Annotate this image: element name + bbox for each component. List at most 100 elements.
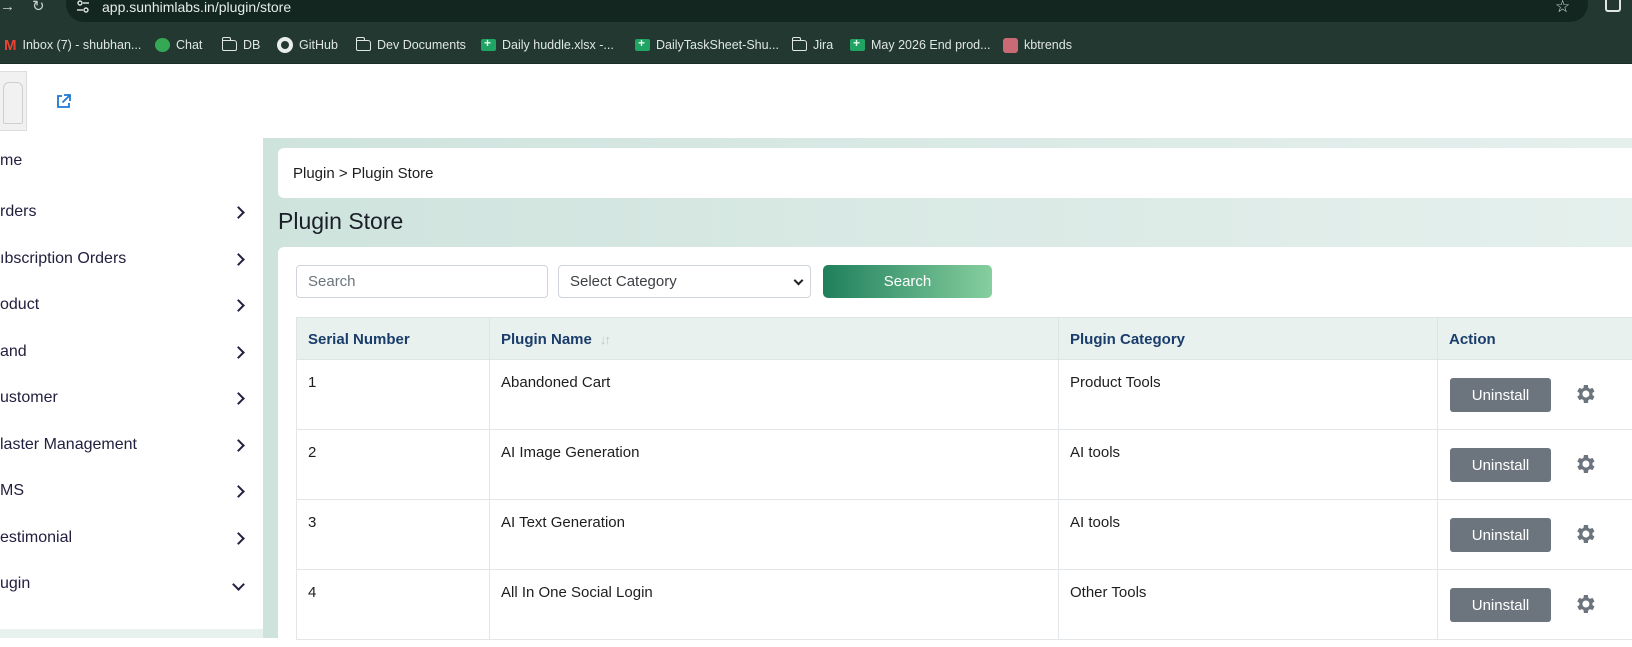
uninstall-button[interactable]: Uninstall	[1450, 378, 1551, 412]
cell-serial: 3	[297, 500, 490, 570]
github-icon	[277, 37, 293, 53]
bookmark-label: GitHub	[299, 38, 338, 52]
bookmark-label: kbtrends	[1024, 38, 1072, 52]
uninstall-button[interactable]: Uninstall	[1450, 448, 1551, 482]
gear-icon[interactable]	[1573, 452, 1597, 476]
sidebar-item-testimonial[interactable]: estimonial	[0, 518, 263, 558]
reload-icon[interactable]: ↻	[32, 0, 45, 14]
sidebar-item-label: ustomer	[0, 389, 58, 406]
chevron-right-icon	[232, 438, 245, 452]
gear-icon[interactable]	[1573, 592, 1597, 616]
bookmark-kbtrends[interactable]: kbtrends	[1003, 26, 1072, 64]
url-text[interactable]: app.sunhimlabs.in/plugin/store	[102, 0, 291, 14]
sidebar-item-home[interactable]: me	[0, 141, 263, 181]
breadcrumb-text[interactable]: Plugin > Plugin Store	[293, 165, 434, 182]
extensions-icon[interactable]	[1605, 0, 1621, 12]
column-header-action: Action	[1438, 318, 1632, 361]
kbtrends-icon	[1003, 37, 1018, 53]
bookmark-label: Dev Documents	[377, 38, 466, 52]
category-select[interactable]: Select Category	[558, 265, 811, 298]
external-link-icon[interactable]	[55, 93, 72, 110]
bookmark-star-icon[interactable]: ☆	[1555, 0, 1570, 15]
sidebar-item-label: MS	[0, 482, 24, 499]
sidebar: me rders ıbscription Orders oduct and us…	[0, 138, 263, 638]
table-row: 4 All In One Social Login Other Tools Un…	[296, 570, 1632, 640]
sidebar-item-label: laster Management	[0, 436, 137, 453]
bookmark-github[interactable]: GitHub	[277, 26, 338, 64]
sidebar-item-master-management[interactable]: laster Management	[0, 425, 263, 465]
browser-toolbar: → ↻ app.sunhimlabs.in/plugin/store ☆	[0, 0, 1632, 26]
table-row: 3 AI Text Generation AI tools Uninstall	[296, 500, 1632, 570]
sidebar-item-product[interactable]: oduct	[0, 285, 263, 325]
column-header-category: Plugin Category	[1059, 318, 1438, 361]
sidebar-item-label: me	[0, 152, 23, 169]
gear-icon[interactable]	[1573, 382, 1597, 406]
column-header-label: Serial Number	[308, 331, 410, 348]
sidebar-item-brand[interactable]: and	[0, 332, 263, 372]
search-input[interactable]	[296, 265, 548, 298]
sidebar-item-orders[interactable]: rders	[0, 192, 263, 232]
address-bar[interactable]	[66, 0, 1588, 22]
bookmark-inbox[interactable]: M Inbox (7) - shubhan...	[4, 26, 141, 64]
chevron-right-icon	[232, 531, 245, 545]
chevron-right-icon	[232, 484, 245, 498]
bookmark-db[interactable]: DB	[221, 26, 260, 64]
sidebar-subitem-highlight[interactable]	[0, 629, 263, 638]
gear-icon[interactable]	[1573, 522, 1597, 546]
table-row: 2 AI Image Generation AI tools Uninstall	[296, 430, 1632, 500]
column-header-label: Plugin Name	[501, 331, 592, 348]
sheets-icon	[635, 36, 650, 51]
bookmark-label: Inbox (7) - shubhan...	[22, 38, 142, 52]
bookmark-label: Daily huddle.xlsx -...	[502, 38, 614, 52]
bookmark-dev-documents[interactable]: Dev Documents	[355, 26, 466, 64]
sidebar-item-label: ıbscription Orders	[0, 250, 127, 267]
bookmarks-bar: M Inbox (7) - shubhan... Chat DB GitHub …	[0, 26, 1632, 64]
folder-icon	[355, 36, 371, 51]
chat-icon	[155, 38, 170, 52]
chevron-right-icon	[232, 345, 245, 359]
sidebar-item-subscription-orders[interactable]: ıbscription Orders	[0, 239, 263, 279]
chevron-right-icon	[232, 391, 245, 405]
bookmark-chat[interactable]: Chat	[155, 26, 202, 64]
cell-serial: 4	[297, 570, 490, 640]
sidebar-item-label: oduct	[0, 296, 40, 313]
chevron-right-icon	[232, 298, 245, 312]
bookmark-jira[interactable]: Jira	[791, 26, 833, 64]
uninstall-button[interactable]: Uninstall	[1450, 518, 1551, 552]
site-info-icon[interactable]	[76, 0, 90, 14]
folder-icon	[221, 36, 237, 51]
sidebar-item-label: rders	[0, 203, 37, 220]
cell-plugin-name: AI Image Generation	[490, 430, 1059, 500]
bookmark-daily-huddle[interactable]: Daily huddle.xlsx -...	[481, 26, 614, 64]
forward-icon[interactable]: →	[0, 0, 15, 14]
column-header-label: Action	[1449, 331, 1496, 348]
bookmark-may-2026[interactable]: May 2026 End prod...	[850, 26, 991, 64]
sheets-icon	[481, 36, 496, 51]
bookmark-label: May 2026 End prod...	[871, 38, 991, 52]
gmail-icon: M	[4, 36, 17, 54]
sheets-icon	[850, 36, 865, 51]
cell-category: AI tools	[1059, 430, 1438, 500]
sort-icon[interactable]: ↓↑	[600, 332, 611, 347]
store-logo[interactable]	[0, 71, 27, 131]
uninstall-button[interactable]: Uninstall	[1450, 588, 1551, 622]
sidebar-item-cms[interactable]: MS	[0, 471, 263, 511]
column-header-serial: Serial Number	[297, 318, 490, 361]
search-button[interactable]: Search	[823, 265, 992, 298]
column-header-label: Plugin Category	[1070, 331, 1186, 348]
column-header-plugin-name[interactable]: Plugin Name ↓↑	[490, 318, 1059, 361]
bookmark-daily-task-sheet[interactable]: DailyTaskSheet-Shu...	[635, 26, 779, 64]
bookmark-label: Chat	[176, 38, 203, 52]
table-header: Serial Number Plugin Name ↓↑ Plugin Cate…	[296, 317, 1632, 361]
cell-category: AI tools	[1059, 500, 1438, 570]
cell-serial: 1	[297, 360, 490, 430]
cell-serial: 2	[297, 430, 490, 500]
sidebar-item-plugin[interactable]: ugin	[0, 564, 263, 604]
page-title: Plugin Store	[278, 208, 404, 234]
cell-plugin-name: All In One Social Login	[490, 570, 1059, 640]
chevron-down-icon	[793, 275, 804, 286]
sidebar-item-customer[interactable]: ustomer	[0, 378, 263, 418]
app-header	[0, 64, 1632, 138]
sidebar-item-label: estimonial	[0, 529, 73, 546]
breadcrumb: Plugin > Plugin Store	[278, 148, 1632, 198]
